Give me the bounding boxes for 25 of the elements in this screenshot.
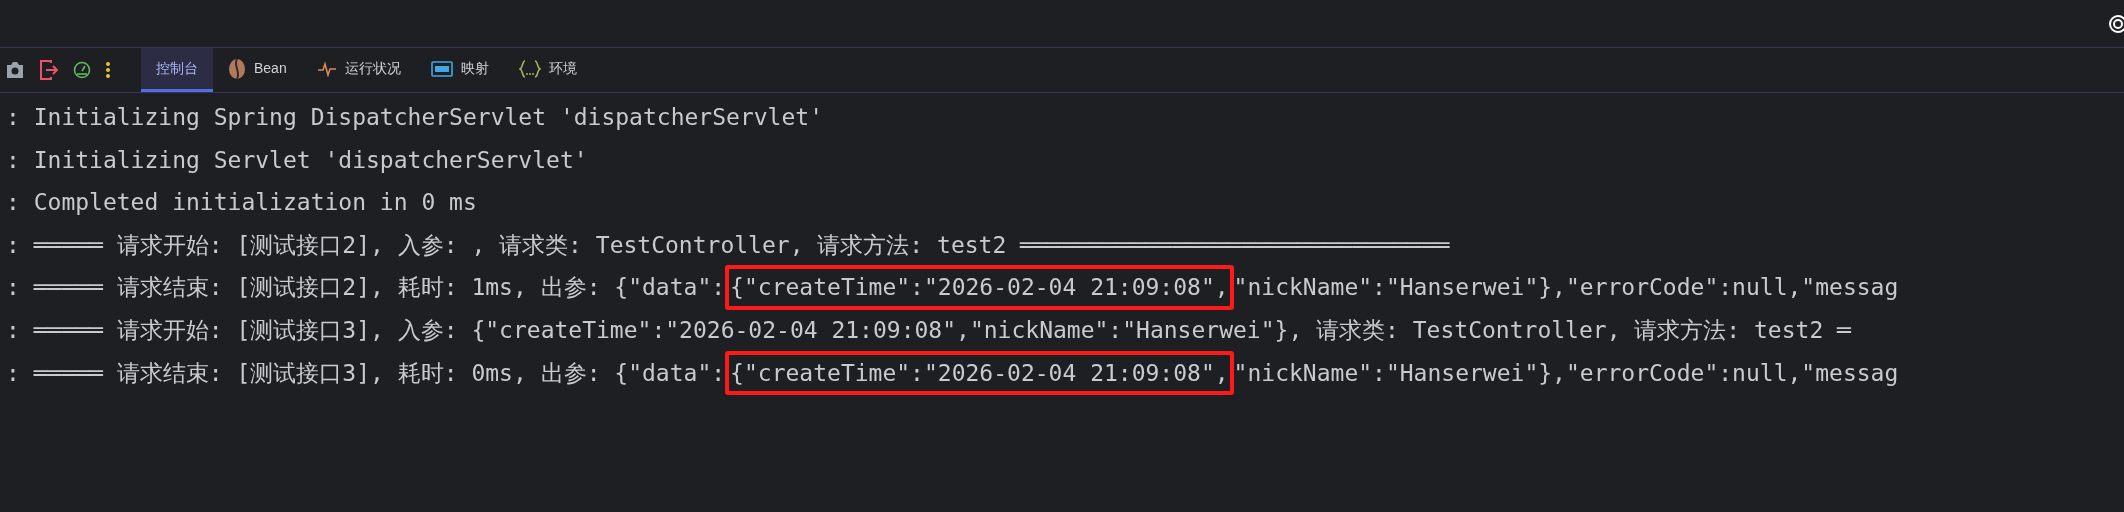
log-line: : ═════ 请求开始: [测试接口3], 入参: {"createTime":"2026-02-04 21:09:08","nickName":"Hanserwei"}, 请求类: TestController, 请求方法: test2 ═ [6, 316, 1851, 345]
pulse-icon [316, 60, 337, 77]
exit-icon[interactable] [39, 60, 59, 80]
log-line: : Initializing Servlet 'dispatcherServlet' [6, 145, 588, 175]
camera-icon[interactable] [5, 61, 25, 79]
coffee-bean-icon [228, 57, 246, 80]
api-icon [430, 60, 453, 77]
log-line: "nickName":"Hanserwei"},"errorCode":null,"messag [1233, 358, 1899, 388]
log-line: : ═════ 请求开始: [测试接口2], 入参: , 请求类: TestController, 请求方法: test2 ═══════════════════════════════ [6, 230, 1450, 260]
log-line: : Completed initialization in 0 ms [6, 188, 477, 218]
highlighted-text: {"createTime":"2026-02-04 21:09:08", [725, 265, 1234, 310]
tab[interactable]: 控制台 [141, 48, 213, 92]
tab[interactable]: 运行状况 [301, 48, 416, 92]
more-icon[interactable] [105, 61, 111, 79]
highlighted-text: {"createTime":"2026-02-04 21:09:08", [725, 350, 1234, 396]
gauge-icon[interactable] [73, 61, 91, 79]
target-icon[interactable] [2108, 13, 2124, 34]
log-line: : ═════ 请求结束: [测试接口2], 耗时: 1ms, 出参: {"data": [6, 273, 726, 303]
log-line: "nickName":"Hanserwei"},"errorCode":null,"messag [1233, 273, 1899, 303]
tab[interactable]: Bean [213, 48, 302, 92]
log-line: : ═════ 请求结束: [测试接口3], 耗时: 0ms, 出参: {"data": [6, 358, 726, 388]
tab[interactable]: 环境 [503, 48, 592, 92]
log-line: : Initializing Spring DispatcherServlet 'dispatcherServlet' [6, 103, 823, 133]
braces-icon [518, 59, 541, 78]
tab[interactable]: 映射 [415, 48, 504, 92]
